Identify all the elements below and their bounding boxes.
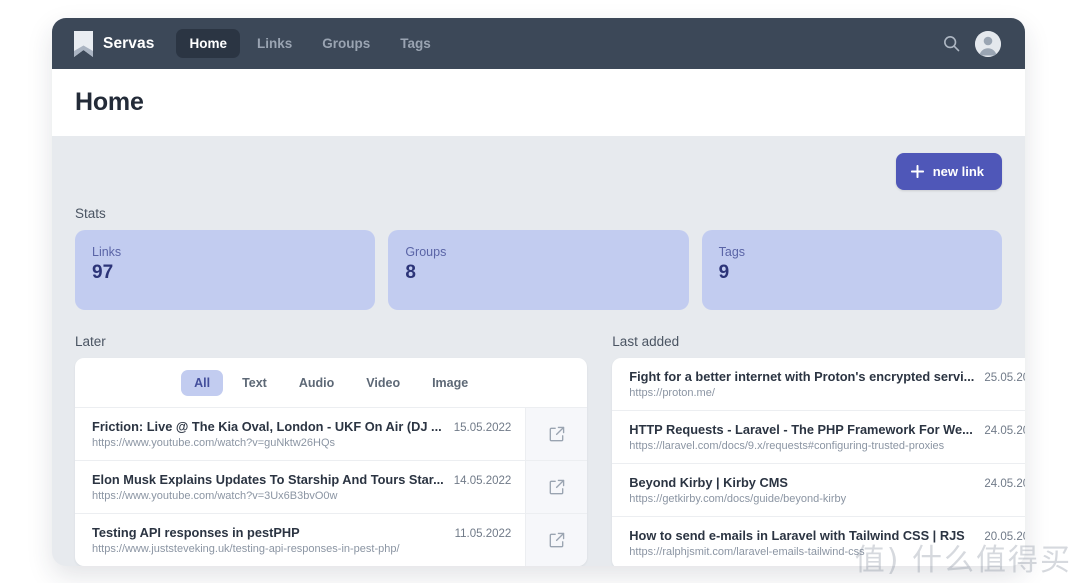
filter-tab-image[interactable]: Image <box>419 370 481 396</box>
filter-tab-video[interactable]: Video <box>353 370 413 396</box>
list-item-date: 20.05.2022 <box>984 531 1025 543</box>
stat-value: 9 <box>718 262 730 283</box>
list-item-title: Friction: Live @ The Kia Oval, London - … <box>92 419 442 434</box>
external-link-icon[interactable] <box>525 461 588 513</box>
list-item-title: HTTP Requests - Laravel - The PHP Framew… <box>629 422 973 437</box>
nav-item-home[interactable]: Home <box>176 29 240 58</box>
list-item-content[interactable]: Beyond Kirby | Kirby CMS 24.05.2022 http… <box>612 464 1025 516</box>
list-item[interactable]: Elon Musk Explains Updates To Starship A… <box>75 460 588 513</box>
avatar[interactable] <box>975 30 1001 57</box>
list-item-content[interactable]: How to send e-mails in Laravel with Tail… <box>612 517 1025 566</box>
nav-item-links[interactable]: Links <box>244 29 305 58</box>
toolbar: new link <box>75 136 1002 202</box>
nav-links: Home Links Groups Tags <box>176 29 443 58</box>
plus-icon <box>910 165 924 178</box>
stat-label: Tags <box>718 245 746 259</box>
list-item-title: Elon Musk Explains Updates To Starship A… <box>92 472 444 487</box>
later-section-label: Later <box>75 334 106 349</box>
bookmark-icon <box>74 30 93 57</box>
later-list-card: All Text Audio Video Image Friction: Liv… <box>75 358 588 566</box>
list-item[interactable]: HTTP Requests - Laravel - The PHP Framew… <box>612 410 1025 463</box>
list-item-url: https://www.youtube.com/watch?v=guNktw26… <box>92 437 336 449</box>
navbar: Servas Home Links Groups Tags <box>52 18 1025 69</box>
stat-value: 8 <box>405 262 416 283</box>
list-item-content[interactable]: Friction: Live @ The Kia Oval, London - … <box>75 408 525 460</box>
filter-tab-text[interactable]: Text <box>229 370 280 396</box>
list-item-title: Fight for a better internet with Proton'… <box>629 369 975 384</box>
brand[interactable]: Servas <box>74 30 155 57</box>
list-item-url: https://laravel.com/docs/9.x/requests#co… <box>629 440 945 452</box>
app-window: Servas Home Links Groups Tags Home new l… <box>52 18 1025 566</box>
brand-name: Servas <box>103 34 155 52</box>
page-header: Home <box>52 69 1025 136</box>
page-title: Home <box>75 88 144 116</box>
list-item[interactable]: Testing API responses in pestPHP 11.05.2… <box>75 513 588 566</box>
lists-row: Later All Text Audio Video Image Frictio… <box>75 330 1025 566</box>
stat-card-links[interactable]: Links 97 <box>75 230 376 310</box>
list-item-url: https://ralphjsmit.com/laravel-emails-ta… <box>629 546 865 558</box>
list-item-url: https://getkirby.com/docs/guide/beyond-k… <box>629 493 847 505</box>
last-added-list-card: Fight for a better internet with Proton'… <box>612 358 1025 566</box>
new-link-button[interactable]: new link <box>895 153 1002 190</box>
filter-tab-all[interactable]: All <box>181 370 224 396</box>
nav-item-tags[interactable]: Tags <box>387 29 444 58</box>
list-item-date: 24.05.2022 <box>984 425 1025 437</box>
list-item-date: 25.05.2022 <box>984 372 1025 384</box>
stat-value: 97 <box>92 262 114 283</box>
list-item[interactable]: Fight for a better internet with Proton'… <box>612 358 1025 410</box>
list-item-url: https://www.juststeveking.uk/testing-api… <box>92 543 400 555</box>
list-item-title: Beyond Kirby | Kirby CMS <box>629 475 788 490</box>
list-item-date: 14.05.2022 <box>453 475 512 487</box>
stat-card-tags[interactable]: Tags 9 <box>701 230 1002 310</box>
list-item[interactable]: How to send e-mails in Laravel with Tail… <box>612 516 1025 566</box>
search-icon[interactable] <box>942 34 961 53</box>
last-added-section-label: Last added <box>612 334 680 349</box>
page-content: new link Stats Links 97 Groups 8 Tags 9 … <box>52 136 1025 566</box>
later-column: Later All Text Audio Video Image Frictio… <box>75 330 588 566</box>
external-link-icon[interactable] <box>525 408 588 460</box>
list-item-title: Testing API responses in pestPHP <box>92 525 300 540</box>
external-link-icon[interactable] <box>525 514 588 566</box>
list-item[interactable]: Friction: Live @ The Kia Oval, London - … <box>75 407 588 460</box>
stat-card-groups[interactable]: Groups 8 <box>388 230 689 310</box>
stat-label: Links <box>92 245 122 259</box>
list-item-content[interactable]: Fight for a better internet with Proton'… <box>612 358 1025 410</box>
stats-grid: Links 97 Groups 8 Tags 9 <box>75 230 1002 310</box>
list-item-content[interactable]: Elon Musk Explains Updates To Starship A… <box>75 461 525 513</box>
stat-label: Groups <box>405 245 447 259</box>
list-item-date: 24.05.2022 <box>984 478 1025 490</box>
navbar-actions <box>942 30 1001 57</box>
new-link-label: new link <box>932 164 984 179</box>
list-item-content[interactable]: Testing API responses in pestPHP 11.05.2… <box>75 514 525 566</box>
last-added-column: Last added Fight for a better internet w… <box>612 330 1025 566</box>
list-item-date: 11.05.2022 <box>454 528 512 540</box>
list-item-date: 15.05.2022 <box>453 422 512 434</box>
list-item-url: https://proton.me/ <box>629 387 715 399</box>
list-item-url: https://www.youtube.com/watch?v=3Ux6B3bv… <box>92 490 338 502</box>
filter-tab-audio[interactable]: Audio <box>286 370 347 396</box>
stats-section-label: Stats <box>75 206 106 221</box>
list-item-title: How to send e-mails in Laravel with Tail… <box>629 528 965 543</box>
nav-item-groups[interactable]: Groups <box>309 29 383 58</box>
list-item[interactable]: Beyond Kirby | Kirby CMS 24.05.2022 http… <box>612 463 1025 516</box>
later-filter-tabs: All Text Audio Video Image <box>75 358 587 407</box>
list-item-content[interactable]: HTTP Requests - Laravel - The PHP Framew… <box>612 411 1025 463</box>
